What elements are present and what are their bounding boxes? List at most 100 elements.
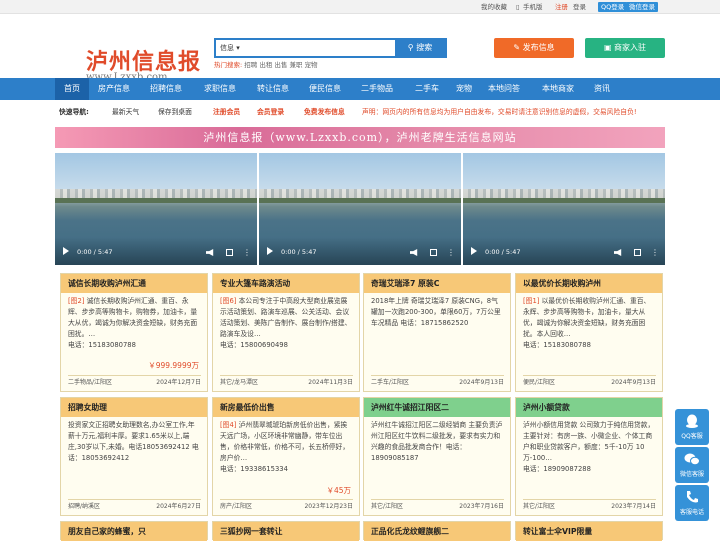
listing-card[interactable]: 泸州小额贷款 泸州小额信用贷款 公司致力于纯信用贷款，主要针对：有房一族、小微企… (515, 397, 663, 516)
listing-title[interactable]: 三狐抄网一套转让 (213, 522, 359, 541)
listing-footer: 二手物品/江阳区 2024年12月7日 (68, 375, 201, 389)
listing-tag: [图1] (523, 297, 540, 305)
listing-card[interactable]: 招聘女助理 投资家文正招聘女助理数名,办公室工作,年薪十万元,福利丰厚。要求1.… (60, 397, 208, 516)
listing-date: 2024年6月27日 (156, 503, 201, 510)
listing-title[interactable]: 专业大篷车路演活动 (213, 274, 359, 293)
listing-text: 本公司专注于中高段大型商业展览展示活动策划、路演车巡展、公关活动、会议活动策划、… (220, 297, 352, 338)
listing-phone: 电话：15183080788 (68, 341, 136, 349)
listing-card[interactable]: 专业大篷车路演活动 [图6] 本公司专注于中高段大型商业展览展示活动策划、路演车… (212, 273, 360, 392)
listing-price: ￥999.9999万 (148, 361, 199, 370)
nav-item-jobs[interactable]: 招聘信息 (139, 78, 193, 100)
login-link[interactable]: 登录 (573, 2, 586, 12)
video-player[interactable]: 0:00 / 5:47 ⋮ (463, 153, 665, 265)
site-logo[interactable]: 泸州信息报 (86, 50, 201, 74)
fullscreen-icon[interactable] (226, 249, 233, 256)
qq-service-button[interactable]: QQ客服 (675, 409, 709, 445)
listing-card[interactable]: 正品化氏龙纹鲤旗舰二 (363, 521, 511, 541)
search-input[interactable] (246, 41, 396, 55)
quick-weather[interactable]: 最新天气 (112, 103, 139, 121)
listing-category[interactable]: 便民/江阳区 (523, 379, 555, 386)
listing-text: 泸州小额信用贷款 公司致力于纯信用贷款，主要针对：有房一族、小微企业、个体工商户… (523, 421, 655, 462)
quick-save-desktop[interactable]: 保存到桌面 (158, 103, 192, 121)
banner[interactable]: 泸州信息报（www.Lzxxb.com），泸州老牌生活信息网站 (55, 127, 665, 148)
listing-date: 2023年7月16日 (459, 503, 504, 510)
video-time: 0:00 / 5:47 (281, 248, 317, 256)
listing-card[interactable]: 诚信长期收购泸州汇通 [图2] 诚信长期收购泸州汇通、重百、永辉、步步高等购物卡… (60, 273, 208, 392)
mobile-link[interactable]: 手机版 (523, 2, 543, 12)
fullscreen-icon[interactable] (634, 249, 641, 256)
search-button[interactable]: ⚲ 搜索 (395, 40, 445, 56)
listing-category[interactable]: 二手物品/江阳区 (68, 379, 112, 386)
qq-login-button[interactable]: QQ登录 (598, 2, 628, 12)
quick-free-publish[interactable]: 免费发布信息 (304, 103, 345, 121)
wechat-service-button[interactable]: 微信客服 (675, 447, 709, 483)
quick-login[interactable]: 会员登录 (257, 103, 284, 121)
nav-item-used[interactable]: 二手物品 (351, 78, 403, 100)
listing-card[interactable]: 以最优价长期收购泸州 [图1] 以最优价长期收购泸州汇通、重百、永辉、步步高等购… (515, 273, 663, 392)
listing-text: 泸州翡翠城琥珀新房低价出售，紧挨天远广场，小区环境非常幽静，带车位出售，价格非常… (220, 421, 350, 462)
listing-category[interactable]: 房产/江阳区 (220, 503, 252, 510)
edit-icon: ✎ (513, 43, 521, 52)
listing-title[interactable]: 正品化氏龙纹鲤旗舰二 (364, 522, 510, 541)
nav-item-house[interactable]: 房产信息 (89, 78, 139, 100)
listing-category[interactable]: 二手车/江阳区 (371, 379, 409, 386)
listing-title[interactable]: 泸州小额贷款 (516, 398, 662, 417)
listing-title[interactable]: 新房最低价出售 (213, 398, 359, 417)
nav-item-home[interactable]: 首页 (55, 78, 89, 100)
listing-title[interactable]: 以最优价长期收购泸州 (516, 274, 662, 293)
play-icon[interactable] (63, 247, 69, 255)
quick-register[interactable]: 注册会员 (213, 103, 240, 121)
search-box: 信息 ▾ ⚲ 搜索 (214, 38, 447, 58)
listing-card[interactable]: 新房最低价出售 [图4] 泸州翡翠城琥珀新房低价出售，紧挨天远广场，小区环境非常… (212, 397, 360, 516)
listing-category[interactable]: 其它/龙马潭区 (220, 379, 258, 386)
more-icon[interactable]: ⋮ (243, 248, 251, 257)
nav-item-qa[interactable]: 本地问答 (477, 78, 531, 100)
listing-footer: 其它/江阳区 2023年7月16日 (371, 499, 504, 513)
listing-category[interactable]: 招聘/纳溪区 (68, 503, 100, 510)
favorite-link[interactable]: 我的收藏 (481, 2, 507, 12)
listing-phone: 电话：15183080788 (523, 341, 591, 349)
listing-title[interactable]: 诚信长期收购泸州汇通 (61, 274, 207, 293)
nav-item-merchant[interactable]: 本地商家 (531, 78, 585, 100)
listing-card[interactable]: 朋友自己家的蜂蜜，只 (60, 521, 208, 541)
listing-category[interactable]: 其它/江阳区 (371, 503, 403, 510)
merchant-join-button[interactable]: ▣ 商家入驻 (585, 38, 665, 58)
play-icon[interactable] (471, 247, 477, 255)
listing-text: 投资家文正招聘女助理数名,办公室工作,年薪十万元,福利丰厚。要求1.65米以上,… (68, 421, 199, 462)
listing-card[interactable]: 奇瑞艾瑞泽7 原装C 2018年上牌 奇瑞艾瑞泽7 原装CNG，8气罐加一次跑2… (363, 273, 511, 392)
nav-item-seek[interactable]: 求职信息 (193, 78, 247, 100)
nav-item-transfer[interactable]: 转让信息 (247, 78, 299, 100)
wechat-login-button[interactable]: 微信登录 (626, 2, 658, 12)
listing-date: 2024年11月3日 (308, 379, 353, 386)
listing-card[interactable]: 三狐抄网一套转让 (212, 521, 360, 541)
nav-item-news[interactable]: 资讯 (585, 78, 619, 100)
listing-title[interactable]: 泸州红牛诚招江阳区二 (364, 398, 510, 417)
listing-card[interactable]: 泸州红牛诚招江阳区二 泸州红牛诚招江阳区二级经销商 主要负责泸州江阳区红牛饮料二… (363, 397, 511, 516)
listing-title[interactable]: 朋友自己家的蜂蜜，只 (61, 522, 207, 541)
video-player[interactable]: 0:00 / 5:47 ⋮ (55, 153, 257, 265)
more-icon[interactable]: ⋮ (651, 248, 659, 257)
more-icon[interactable]: ⋮ (447, 248, 455, 257)
listing-title[interactable]: 奇瑞艾瑞泽7 原装C (364, 274, 510, 293)
listing-body: [图4] 泸州翡翠城琥珀新房低价出售，紧挨天远广场，小区环境非常幽静，带车位出售… (220, 420, 353, 475)
phone-service-button[interactable]: 客服电话 (675, 485, 709, 521)
register-link[interactable]: 注册 (555, 2, 568, 12)
nav-item-pet[interactable]: 宠物 (451, 78, 477, 100)
video-player[interactable]: 0:00 / 5:47 ⋮ (259, 153, 461, 265)
qq-service-label: QQ客服 (681, 433, 703, 440)
hot-search-terms[interactable]: 招聘 出租 出售 兼职 宠物 (244, 61, 317, 69)
nav-item-service[interactable]: 便民信息 (299, 78, 351, 100)
listing-footer: 房产/江阳区 2023年12月23日 (220, 499, 353, 513)
qq-icon (686, 414, 698, 428)
phone-service-label: 客服电话 (679, 509, 704, 516)
listing-category[interactable]: 其它/江阳区 (523, 503, 555, 510)
play-icon[interactable] (267, 247, 273, 255)
publish-button[interactable]: ✎ 发布信息 (494, 38, 574, 58)
listing-title[interactable]: 招聘女助理 (61, 398, 207, 417)
search-type-select[interactable]: 信息 ▾ (220, 44, 240, 53)
fullscreen-icon[interactable] (430, 249, 437, 256)
nav-item-car[interactable]: 二手车 (403, 78, 451, 100)
listing-text: 诚信长期收购泸州汇通、重百、永辉、步步高等购物卡，购物券，加油卡，量大从优，竭诚… (68, 297, 198, 338)
listing-card[interactable]: 转让富士伞VIP限量 (515, 521, 663, 541)
listing-title[interactable]: 转让富士伞VIP限量 (516, 522, 662, 541)
